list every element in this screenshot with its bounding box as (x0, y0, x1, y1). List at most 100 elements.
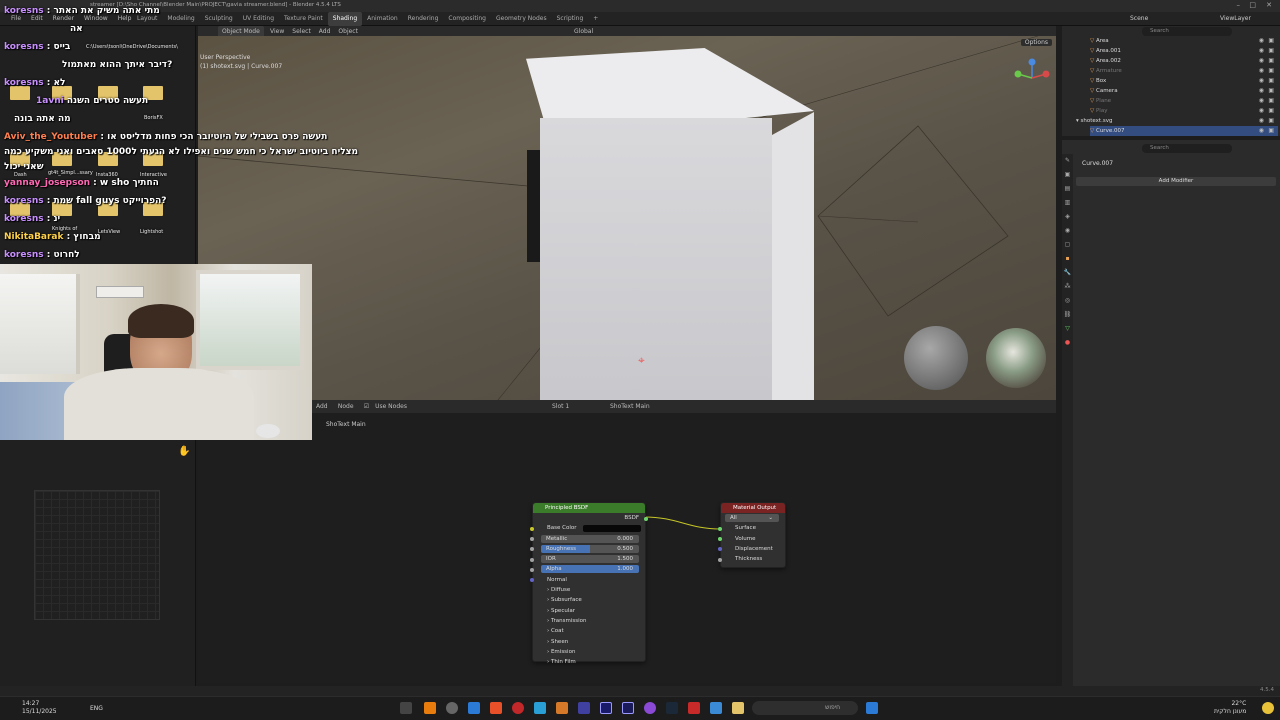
view-layer-tab-icon[interactable]: ▥ (1062, 196, 1073, 210)
eye-icon[interactable]: ◉ (1259, 66, 1264, 76)
minimize-icon[interactable]: – (1237, 1, 1241, 9)
options-button[interactable]: Options (1020, 39, 1052, 46)
normal-socket[interactable] (530, 578, 534, 583)
tab-sculpting[interactable]: Sculpting (200, 12, 238, 26)
scene-selector[interactable]: Scene (1130, 15, 1148, 22)
alpha-row[interactable]: Alpha 1.000 (530, 564, 645, 574)
outliner-item-area[interactable]: ▽ Area ◉ ▣ (1090, 36, 1278, 46)
render-tab-icon[interactable]: ▣ (1062, 168, 1073, 182)
camera-icon[interactable]: ▣ (1268, 76, 1274, 86)
panel-sheen[interactable]: › Sheen (533, 637, 645, 647)
material-output-node[interactable]: Material Output All ⌄ Surface Volume Disp… (718, 502, 786, 568)
language-indicator[interactable]: ENG (90, 705, 103, 712)
scene-tab-icon[interactable]: ◈ (1062, 210, 1073, 224)
navigation-gizmo[interactable] (1012, 58, 1052, 98)
vscode-icon[interactable] (468, 702, 480, 714)
taskbar-search[interactable]: חיפוש (752, 701, 858, 715)
world-tab-icon[interactable]: ◉ (1062, 224, 1073, 238)
output-target-row[interactable]: All ⌄ (721, 513, 785, 523)
panel-coat[interactable]: › Coat (533, 626, 645, 636)
physics-tab-icon[interactable]: ◎ (1062, 294, 1073, 308)
after-effects-icon[interactable] (600, 702, 612, 714)
tab-animation[interactable]: Animation (362, 12, 403, 26)
app-icon[interactable] (490, 702, 502, 714)
camera-icon[interactable]: ▣ (1268, 106, 1274, 116)
ior-row[interactable]: IOR 1.500 (530, 554, 645, 564)
add-modifier-button[interactable]: Add Modifier (1076, 177, 1276, 186)
data-tab-icon[interactable]: ▽ (1062, 322, 1073, 336)
maximize-icon[interactable]: □ (1249, 1, 1256, 9)
tab-shading[interactable]: Shading (327, 12, 363, 26)
properties-search[interactable]: Search (1142, 144, 1232, 153)
outliner-item-box[interactable]: ▽ Box ◉ ▣ (1090, 76, 1278, 86)
file-explorer-icon[interactable] (732, 702, 744, 714)
tab-uv-editing[interactable]: UV Editing (238, 12, 279, 26)
weather-widget[interactable]: 22°C מעונן חלקית (1214, 700, 1246, 716)
app-icon[interactable] (710, 702, 722, 714)
tab-rendering[interactable]: Rendering (403, 12, 444, 26)
alpha-socket[interactable] (530, 567, 534, 572)
camera-icon[interactable]: ▣ (1268, 96, 1274, 106)
panel-subsurface[interactable]: › Subsurface (533, 595, 645, 605)
app-icon[interactable] (556, 702, 568, 714)
output-tab-icon[interactable]: ▤ (1062, 182, 1073, 196)
volume-row[interactable]: Volume (718, 534, 785, 544)
volume-socket[interactable] (718, 537, 722, 542)
alpha-field[interactable]: Alpha 1.000 (541, 565, 639, 574)
object-tab-icon[interactable]: ▪ (1062, 252, 1073, 266)
base-color-row[interactable]: Base Color (530, 523, 645, 533)
camera-icon[interactable]: ▣ (1268, 116, 1274, 126)
panel-thin-film[interactable]: › Thin Film (533, 657, 645, 667)
metallic-row[interactable]: Metallic 0.000 (530, 534, 645, 544)
eye-icon[interactable]: ◉ (1259, 96, 1264, 106)
blender-icon[interactable] (424, 702, 436, 714)
eye-icon[interactable]: ◉ (1259, 36, 1264, 46)
outliner-item-curve-007[interactable]: ▽ Curve.007 ◉ ▣ (1090, 126, 1278, 136)
displacement-row[interactable]: Displacement (718, 544, 785, 554)
camera-icon[interactable]: ▣ (1268, 56, 1274, 66)
view-layer-selector[interactable]: ViewLayer (1220, 15, 1251, 22)
ior-field[interactable]: IOR 1.500 (541, 555, 639, 564)
obs-icon[interactable] (446, 702, 458, 714)
camera-icon[interactable]: ▣ (1268, 126, 1274, 136)
modifier-tab-icon[interactable]: 🔧 (1062, 266, 1073, 280)
eye-icon[interactable]: ◉ (1259, 76, 1264, 86)
panel-specular[interactable]: › Specular (533, 606, 645, 616)
particles-tab-icon[interactable]: ⁂ (1062, 280, 1073, 294)
outliner-item-armature[interactable]: ▽ Armature ◉ ▣ (1090, 66, 1278, 76)
node-editor[interactable]: ShoText Main Principled BSDF BSDF Base C… (198, 413, 1056, 683)
eye-icon[interactable]: ◉ (1259, 46, 1264, 56)
eye-icon[interactable]: ◉ (1259, 106, 1264, 116)
outliner-item-camera[interactable]: ▽ Camera ◉ ▣ (1090, 86, 1278, 96)
start-icon[interactable] (866, 702, 878, 714)
constraints-tab-icon[interactable]: ⛓ (1062, 308, 1073, 322)
eye-icon[interactable]: ◉ (1259, 116, 1264, 126)
camera-icon[interactable]: ▣ (1268, 66, 1274, 76)
outliner-item-play[interactable]: ▽ Play ◉ ▣ (1090, 106, 1278, 116)
close-icon[interactable]: ✕ (1266, 1, 1272, 9)
output-target-select[interactable]: All ⌄ (725, 514, 779, 522)
tool-tab-icon[interactable]: ✎ (1062, 154, 1073, 168)
tab-compositing[interactable]: Compositing (443, 12, 491, 26)
bsdf-output-socket[interactable]: BSDF (533, 513, 648, 523)
outliner-item-area-002[interactable]: ▽ Area.002 ◉ ▣ (1090, 56, 1278, 66)
camera-icon[interactable]: ▣ (1268, 36, 1274, 46)
premiere-icon[interactable] (622, 702, 634, 714)
collection-tab-icon[interactable]: ▢ (1062, 238, 1073, 252)
eye-icon[interactable]: ◉ (1259, 86, 1264, 96)
add-workspace-button[interactable]: + (588, 12, 603, 26)
outliner-item-area-001[interactable]: ▽ Area.001 ◉ ▣ (1090, 46, 1278, 56)
displacement-socket[interactable] (718, 547, 722, 552)
thickness-row[interactable]: Thickness (718, 554, 785, 564)
normal-row[interactable]: Normal (530, 575, 645, 585)
tab-scripting[interactable]: Scripting (552, 12, 589, 26)
camera-icon[interactable]: ▣ (1268, 86, 1274, 96)
panel-emission[interactable]: › Emission (533, 647, 645, 657)
metallic-socket[interactable] (530, 537, 534, 542)
clock[interactable]: 14:27 15/11/2025 (22, 700, 57, 716)
principled-bsdf-node[interactable]: Principled BSDF BSDF Base Color Metallic… (530, 502, 648, 665)
bsdf-output-dot[interactable] (644, 516, 648, 521)
metallic-field[interactable]: Metallic 0.000 (541, 534, 639, 543)
panel-diffuse[interactable]: › Diffuse (533, 585, 645, 595)
tab-geometry-nodes[interactable]: Geometry Nodes (491, 12, 552, 26)
